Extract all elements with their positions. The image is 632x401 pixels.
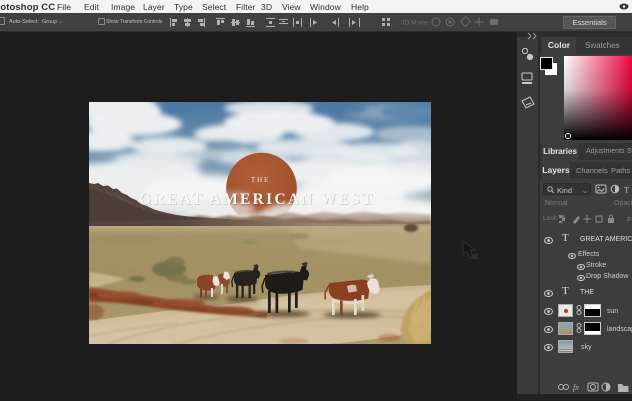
svg-text:T: T <box>624 185 630 195</box>
svg-text:THE: THE <box>251 176 270 184</box>
svg-text:3D Mode:: 3D Mode: <box>401 20 429 27</box>
svg-text:GREAT AMERICAN WEST: GREAT AMERICAN WEST <box>139 191 375 208</box>
svg-text:fx: fx <box>573 383 579 392</box>
